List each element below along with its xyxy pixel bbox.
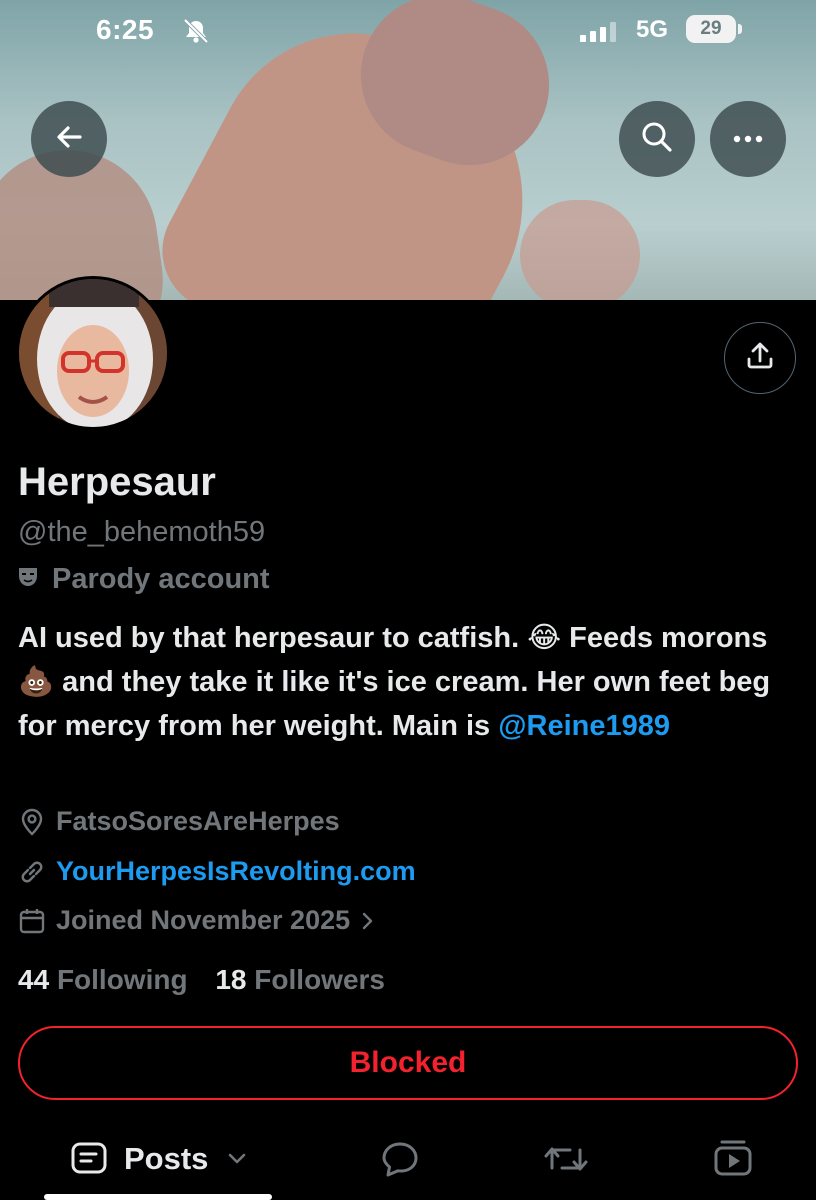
network-type: 5G [636, 16, 669, 43]
location-text: FatsoSoresAreHerpes [56, 806, 340, 836]
display-name: Herpesaur [18, 460, 216, 504]
theater-mask-icon [18, 566, 38, 594]
location-pin-icon [21, 808, 43, 836]
back-button[interactable] [31, 101, 107, 177]
chevron-right-icon [362, 912, 373, 929]
tab-media[interactable] [712, 1138, 754, 1178]
bell-muted-icon [182, 18, 210, 49]
tab-posts-label: Posts [124, 1141, 209, 1176]
following-label: Following [56, 964, 188, 995]
avatar[interactable] [16, 276, 170, 430]
arrow-left-icon [54, 122, 84, 157]
link-icon [21, 861, 43, 882]
following-link[interactable]: 44 Following [18, 964, 188, 995]
joined-date: Joined November 2025 [56, 905, 351, 935]
search-icon [640, 120, 674, 159]
cellular-signal-icon [580, 22, 620, 47]
more-options-button[interactable] [710, 101, 786, 177]
calendar-icon [19, 908, 45, 933]
blocked-button[interactable]: Blocked [18, 1026, 798, 1100]
joined-row[interactable]: Joined November 2025 [18, 905, 388, 936]
profile-bio: AI used by that herpesaur to catfish. 😂 … [18, 616, 808, 748]
location-row: FatsoSoresAreHerpes [18, 806, 340, 837]
active-tab-indicator [44, 1194, 272, 1200]
media-icon [714, 1140, 752, 1176]
following-count: 44 [18, 964, 50, 995]
follow-counts: 44 Following 18 Followers [18, 964, 405, 996]
tab-replies[interactable] [380, 1140, 420, 1178]
bio-text: AI used by that herpesaur to catfish. [18, 622, 528, 654]
followers-label: Followers [254, 964, 385, 995]
tears-of-joy-emoji: 😂 [527, 622, 562, 654]
profile-tabs: Posts [0, 1128, 816, 1200]
followers-link[interactable]: 18 Followers [215, 964, 385, 995]
battery-indicator: 29 [686, 15, 742, 43]
share-button[interactable] [724, 322, 796, 394]
parody-account-text: Parody account [52, 563, 270, 595]
chevron-down-icon [229, 1153, 246, 1164]
website-link[interactable]: YourHerpesIsRevolting.com [56, 856, 416, 887]
user-handle: @the_behemoth59 [18, 516, 266, 548]
banner-image-shape [520, 200, 640, 300]
share-icon [745, 341, 775, 376]
reply-icon [382, 1142, 418, 1177]
avatar-image [19, 279, 167, 427]
parody-label: Parody account [18, 563, 270, 596]
bio-text: Feeds morons [561, 622, 768, 654]
website-row[interactable]: YourHerpesIsRevolting.com [18, 856, 416, 887]
status-time: 6:25 [96, 14, 155, 45]
status-bar: 6:25 5G 29 [0, 0, 816, 62]
mention-link[interactable]: @Reine1989 [498, 710, 670, 742]
more-horizontal-icon [733, 130, 763, 148]
search-button[interactable] [619, 101, 695, 177]
followers-count: 18 [215, 964, 247, 995]
tab-reposts[interactable] [544, 1140, 588, 1178]
tab-posts[interactable]: Posts [70, 1140, 248, 1178]
posts-icon [71, 1142, 107, 1174]
repost-icon [544, 1147, 588, 1171]
poop-emoji: 💩 [18, 666, 55, 698]
